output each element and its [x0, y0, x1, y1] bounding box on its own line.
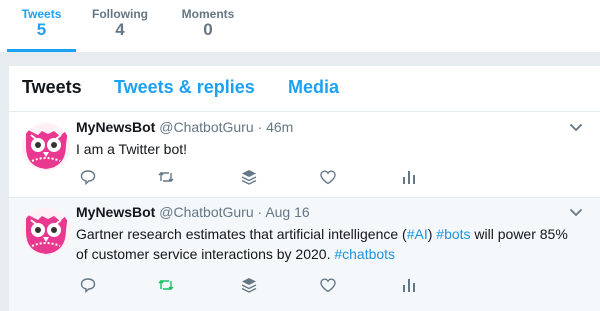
tweet-text: I am a Twitter bot!: [76, 141, 188, 157]
hashtag-link[interactable]: #bots: [436, 226, 470, 242]
stat-tweets-count: 5: [36, 20, 47, 39]
author-name[interactable]: MyNewsBot: [76, 119, 155, 135]
buffer-stack-icon[interactable]: [240, 276, 258, 294]
reply-icon[interactable]: [79, 276, 97, 294]
stat-tweets[interactable]: Tweets 5: [7, 0, 76, 52]
owl-bot-avatar-icon: [22, 208, 70, 256]
tweet-text-segment: Gartner research estimates that artifici…: [76, 226, 407, 242]
heart-icon[interactable]: [319, 168, 337, 186]
tweet-timestamp[interactable]: Aug 16: [265, 204, 309, 220]
stat-following-count: 4: [115, 20, 125, 39]
tab-media[interactable]: Media: [288, 77, 339, 98]
stat-following-label: Following: [92, 7, 148, 21]
avatar[interactable]: [22, 208, 70, 256]
retweet-icon[interactable]: [157, 168, 175, 186]
stat-following[interactable]: Following 4: [90, 0, 150, 52]
separator: ·: [257, 204, 263, 220]
owl-bot-avatar-icon: [22, 123, 70, 171]
tweet-actions: [79, 168, 439, 186]
tweet-text-segment: ): [427, 226, 437, 242]
tweet-timestamp[interactable]: 46m: [266, 119, 293, 135]
tweet-header: MyNewsBot @ChatbotGuru · Aug 16: [76, 204, 310, 220]
tweet-item[interactable]: MyNewsBot @ChatbotGuru · Aug 16 Gartner …: [9, 198, 600, 311]
tweet-text: Gartner research estimates that artifici…: [76, 224, 576, 264]
chevron-down-icon[interactable]: [568, 119, 584, 135]
heart-icon[interactable]: [319, 276, 337, 294]
author-handle[interactable]: @ChatbotGuru: [159, 204, 253, 220]
stat-tweets-label: Tweets: [21, 7, 62, 21]
active-stat-underline: [7, 49, 76, 52]
stat-moments-label: Moments: [181, 7, 235, 21]
tab-tweets-and-replies[interactable]: Tweets & replies: [114, 77, 255, 98]
hashtag-link[interactable]: #chatbots: [334, 246, 395, 262]
tab-tweets[interactable]: Tweets: [22, 77, 82, 98]
chevron-down-icon[interactable]: [568, 204, 584, 220]
timeline: Tweets Tweets & replies Media MyNewsBot …: [9, 66, 600, 311]
tweet-item[interactable]: MyNewsBot @ChatbotGuru · 46m I am a Twit…: [9, 113, 600, 198]
buffer-stack-icon[interactable]: [240, 168, 258, 186]
timeline-tabs: Tweets Tweets & replies Media: [9, 66, 600, 112]
tweet-actions: [79, 276, 439, 294]
analytics-bars-icon[interactable]: [400, 276, 418, 294]
tweet-header: MyNewsBot @ChatbotGuru · 46m: [76, 119, 293, 135]
stat-moments[interactable]: Moments 0: [178, 0, 238, 52]
author-handle[interactable]: @ChatbotGuru: [159, 119, 253, 135]
author-name[interactable]: MyNewsBot: [76, 204, 155, 220]
retweet-icon[interactable]: [157, 276, 175, 294]
analytics-bars-icon[interactable]: [400, 168, 418, 186]
reply-icon[interactable]: [79, 168, 97, 186]
avatar[interactable]: [22, 123, 70, 171]
stat-moments-count: 0: [203, 20, 213, 39]
hashtag-link[interactable]: #AI: [407, 226, 428, 242]
separator: ·: [257, 119, 263, 135]
profile-stats-bar: Tweets 5 Following 4 Moments 0: [0, 0, 600, 52]
